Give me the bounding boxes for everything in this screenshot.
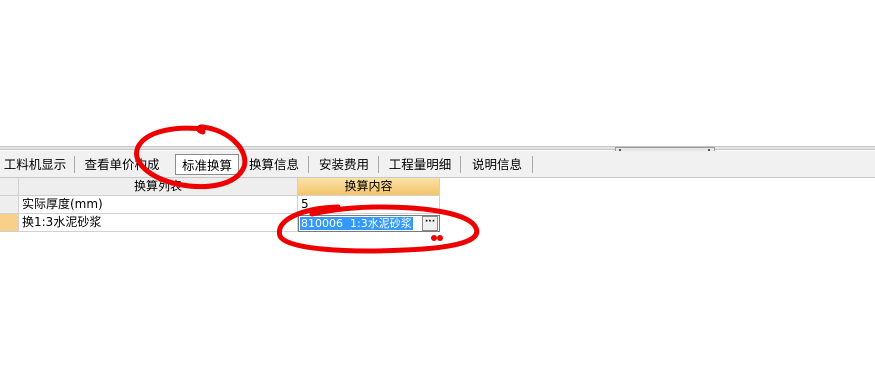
tab-installation-cost[interactable]: 安装费用 <box>316 154 372 175</box>
row-header[interactable] <box>0 196 19 214</box>
tab-standard-conversion[interactable]: 标准换算 <box>175 154 239 175</box>
table-cell-list[interactable]: 换1:3水泥砂浆 <box>19 214 298 232</box>
column-header-conversion-list[interactable]: 换算列表 <box>19 178 298 196</box>
tab-separator <box>74 156 75 173</box>
column-header-conversion-content[interactable]: 换算内容 <box>298 178 440 196</box>
tab-separator <box>532 156 533 173</box>
row-header-selected[interactable] <box>0 214 19 232</box>
pane-splitter[interactable] <box>0 146 875 150</box>
tab-quantity-detail[interactable]: 工程量明细 <box>386 154 454 175</box>
tab-separator <box>460 156 461 173</box>
table-cell-list[interactable]: 实际厚度(mm) <box>19 196 298 214</box>
annotation-dot <box>431 235 437 241</box>
tab-separator <box>378 156 379 173</box>
table-cell-content[interactable]: 5 <box>298 196 440 214</box>
annotation-dot <box>437 235 443 241</box>
tab-conversion-info[interactable]: 换算信息 <box>246 154 302 175</box>
selected-content-text[interactable]: 810006 1:3水泥砂浆 <box>300 217 413 230</box>
grid-corner <box>0 178 19 196</box>
content-cell-editor[interactable]: 810006 1:3水泥砂浆 ··· <box>298 215 440 232</box>
detail-tab-bar: 工料机显示 查看单价构成 标准换算 换算信息 安装费用 工程量明细 说明信息 <box>0 151 875 178</box>
tab-material-display[interactable]: 工料机显示 <box>2 154 68 175</box>
tab-description-info[interactable]: 说明信息 <box>468 154 526 175</box>
tab-unit-price-composition[interactable]: 查看单价构成 <box>82 154 162 175</box>
tab-separator <box>308 156 309 173</box>
browse-ellipsis-button[interactable]: ··· <box>422 216 438 231</box>
